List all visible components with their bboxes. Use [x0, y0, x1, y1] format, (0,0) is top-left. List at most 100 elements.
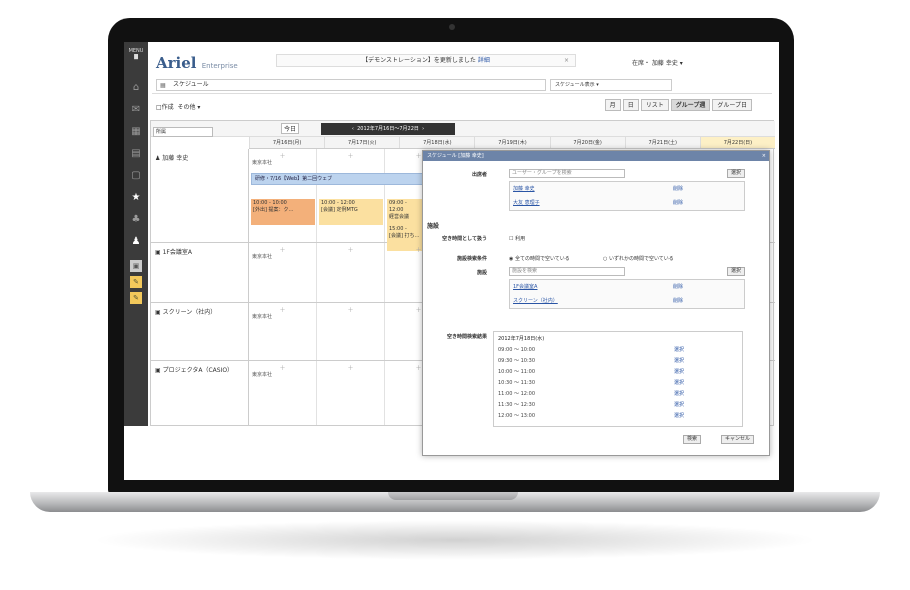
- cancel-button[interactable]: キャンセル: [721, 435, 755, 444]
- free-time-option: 利用: [515, 236, 526, 242]
- condition-all-radio[interactable]: ◉ 全ての時間で空いている: [509, 255, 570, 262]
- add-icon[interactable]: ＋: [317, 245, 384, 254]
- toolbar: ▦ スケジュール スケジュール表示 ▾: [152, 76, 772, 94]
- day-header-cell: 7月21日(土): [624, 137, 700, 148]
- schedule-dialog: スケジュール [加藤 幸史] × 出席者 ユーザー・グループを検索 選択 加藤 幸…: [422, 150, 770, 456]
- user-status[interactable]: 在席・ 加藤 幸史 ▾: [632, 58, 683, 67]
- view-month-button[interactable]: 月: [604, 99, 621, 111]
- filter-label: 所属: [156, 129, 167, 135]
- day-cell[interactable]: ＋東京本社: [249, 243, 317, 302]
- new-menu[interactable]: □作成 その他 ▾: [156, 102, 200, 111]
- participant-name[interactable]: 加藤 幸史: [513, 185, 535, 192]
- view-list-button[interactable]: リスト: [640, 99, 669, 111]
- facility-remove[interactable]: 削除: [673, 297, 683, 304]
- group-icon[interactable]: ♣: [130, 214, 142, 226]
- event-time: 15:00 -: [389, 226, 407, 232]
- event-item[interactable]: 10:00 - 12:00 [会議] 定例MTG: [319, 199, 383, 225]
- condition-all-label: 全ての時間で空いている: [514, 256, 570, 262]
- memo-icon[interactable]: ✎: [130, 292, 142, 304]
- date-range-nav[interactable]: ‹ 2012年7月16日〜7月22日 ›: [321, 123, 455, 135]
- event-time: 10:00 - 12:00: [321, 200, 355, 206]
- today-button[interactable]: 今日: [281, 123, 300, 134]
- facility-select-button[interactable]: 選択: [727, 267, 746, 276]
- filter-input[interactable]: 所属: [153, 127, 213, 137]
- participants-search[interactable]: ユーザー・グループを検索: [509, 169, 625, 178]
- calendar-icon[interactable]: ▦: [130, 126, 142, 138]
- add-icon[interactable]: ＋: [317, 305, 384, 314]
- slot-select[interactable]: 選択: [674, 412, 684, 419]
- place-note: 東京本社: [252, 254, 273, 260]
- participant-remove[interactable]: 削除: [673, 185, 683, 192]
- dialog-title-bar: スケジュール [加藤 幸史] ×: [423, 151, 769, 161]
- facility-search[interactable]: 施設を検索: [509, 267, 625, 276]
- row-name-label: プロジェクタA（CASIO）: [162, 367, 234, 374]
- view-select[interactable]: スケジュール表示 ▾: [550, 79, 672, 91]
- view-group-day-button[interactable]: グループ日: [712, 99, 752, 111]
- facility-name[interactable]: 1F会議室A: [513, 283, 537, 290]
- facility-list: [509, 279, 745, 309]
- search-button[interactable]: 検索: [683, 435, 702, 444]
- files-icon[interactable]: ▤: [130, 148, 142, 160]
- day-header: 7月16日(月) 7月17日(火) 7月18日(水) 7月19日(木) 7月20…: [249, 137, 775, 149]
- slot-time: 09:00 ～ 10:00: [498, 347, 535, 353]
- day-cell[interactable]: ＋東京本社: [249, 149, 317, 242]
- view-group-week-button[interactable]: グループ週: [670, 99, 711, 111]
- dialog-close-icon[interactable]: ×: [762, 151, 766, 161]
- row-name: ▣ 1F会議室A: [151, 243, 249, 302]
- home-icon[interactable]: ⌂: [130, 82, 142, 94]
- day-cell[interactable]: ＋東京本社: [249, 303, 317, 360]
- row-name: ♟ 加藤 幸史: [151, 149, 249, 242]
- day-cell[interactable]: ＋: [317, 243, 385, 302]
- facility-section: 施設: [427, 223, 440, 230]
- user-icon[interactable]: ♟: [130, 236, 142, 248]
- row-name-label: 1F会議室A: [162, 249, 192, 256]
- close-icon[interactable]: ×: [564, 55, 569, 66]
- free-time-checkbox[interactable]: ☐ 利用: [509, 235, 525, 242]
- facility-name[interactable]: スクリーン（社内）: [513, 297, 558, 304]
- day-cell[interactable]: ＋東京本社: [249, 361, 317, 425]
- board-icon[interactable]: ▢: [130, 170, 142, 182]
- day-cell[interactable]: ＋: [317, 149, 385, 242]
- event-title: 経営会議: [389, 214, 410, 220]
- place-note: 東京本社: [252, 372, 273, 378]
- facility-remove[interactable]: 削除: [673, 283, 683, 290]
- slot-select[interactable]: 選択: [674, 368, 684, 375]
- slot-time: 11:00 ～ 12:00: [498, 391, 535, 397]
- slot-select[interactable]: 選択: [674, 357, 684, 364]
- calc-icon[interactable]: ▣: [130, 260, 142, 272]
- participant-remove[interactable]: 削除: [673, 199, 683, 206]
- event-item[interactable]: 09:00 - 12:00 経営会議: [387, 199, 423, 225]
- logo-text: Ariel: [156, 54, 197, 72]
- note-icon[interactable]: ✎: [130, 276, 142, 288]
- condition-any-radio[interactable]: ○ いずれかの時間で空いている: [603, 255, 674, 262]
- add-icon[interactable]: ＋: [317, 151, 384, 160]
- notice-link[interactable]: 詳細: [478, 57, 490, 64]
- breadcrumb-label: スケジュール: [173, 81, 209, 88]
- slot-select[interactable]: 選択: [674, 346, 684, 353]
- day-header-cell: 7月18日(水): [399, 137, 474, 148]
- menu-button[interactable]: MENU ▇: [128, 48, 144, 68]
- star-icon[interactable]: ★: [130, 192, 142, 204]
- mail-icon[interactable]: ✉: [130, 104, 142, 116]
- view-day-button[interactable]: 日: [622, 99, 639, 111]
- participant-name[interactable]: 大友 恵理子: [513, 199, 540, 206]
- event-item[interactable]: 10:00 - 10:00 [外出] 提案：ク…: [251, 199, 315, 225]
- participants-select-button[interactable]: 選択: [727, 169, 746, 178]
- slot-select[interactable]: 選択: [674, 390, 684, 397]
- banner-event[interactable]: 研修・7/16【Web】第二回ウェブ: [251, 173, 451, 185]
- slot-select[interactable]: 選択: [674, 379, 684, 386]
- participants-label: 出席者: [471, 172, 487, 178]
- day-cell[interactable]: ＋: [317, 303, 385, 360]
- screen: MENU ▇ ⌂ ✉ ▦ ▤ ▢ ★ ♣ ♟ ▣ ✎ ✎ Ariel Enterp…: [124, 42, 779, 480]
- row-name-label: スクリーン（社内）: [162, 309, 217, 316]
- slot-time: 12:00 ～ 13:00: [498, 413, 535, 419]
- grid-controls: 所属 今日 ‹ 2012年7月16日〜7月22日 ›: [151, 121, 775, 137]
- slot-time: 10:00 ～ 11:00: [498, 369, 535, 375]
- slot-select[interactable]: 選択: [674, 401, 684, 408]
- view-toolbar: □作成 その他 ▾ 月 日 リスト グループ週 グループ日: [152, 98, 772, 114]
- condition-any-label: いずれかの時間で空いている: [608, 256, 674, 262]
- day-header-cell: 7月17日(火): [324, 137, 399, 148]
- add-icon[interactable]: ＋: [317, 363, 384, 372]
- place-note: 東京本社: [252, 314, 273, 320]
- day-cell[interactable]: ＋: [317, 361, 385, 425]
